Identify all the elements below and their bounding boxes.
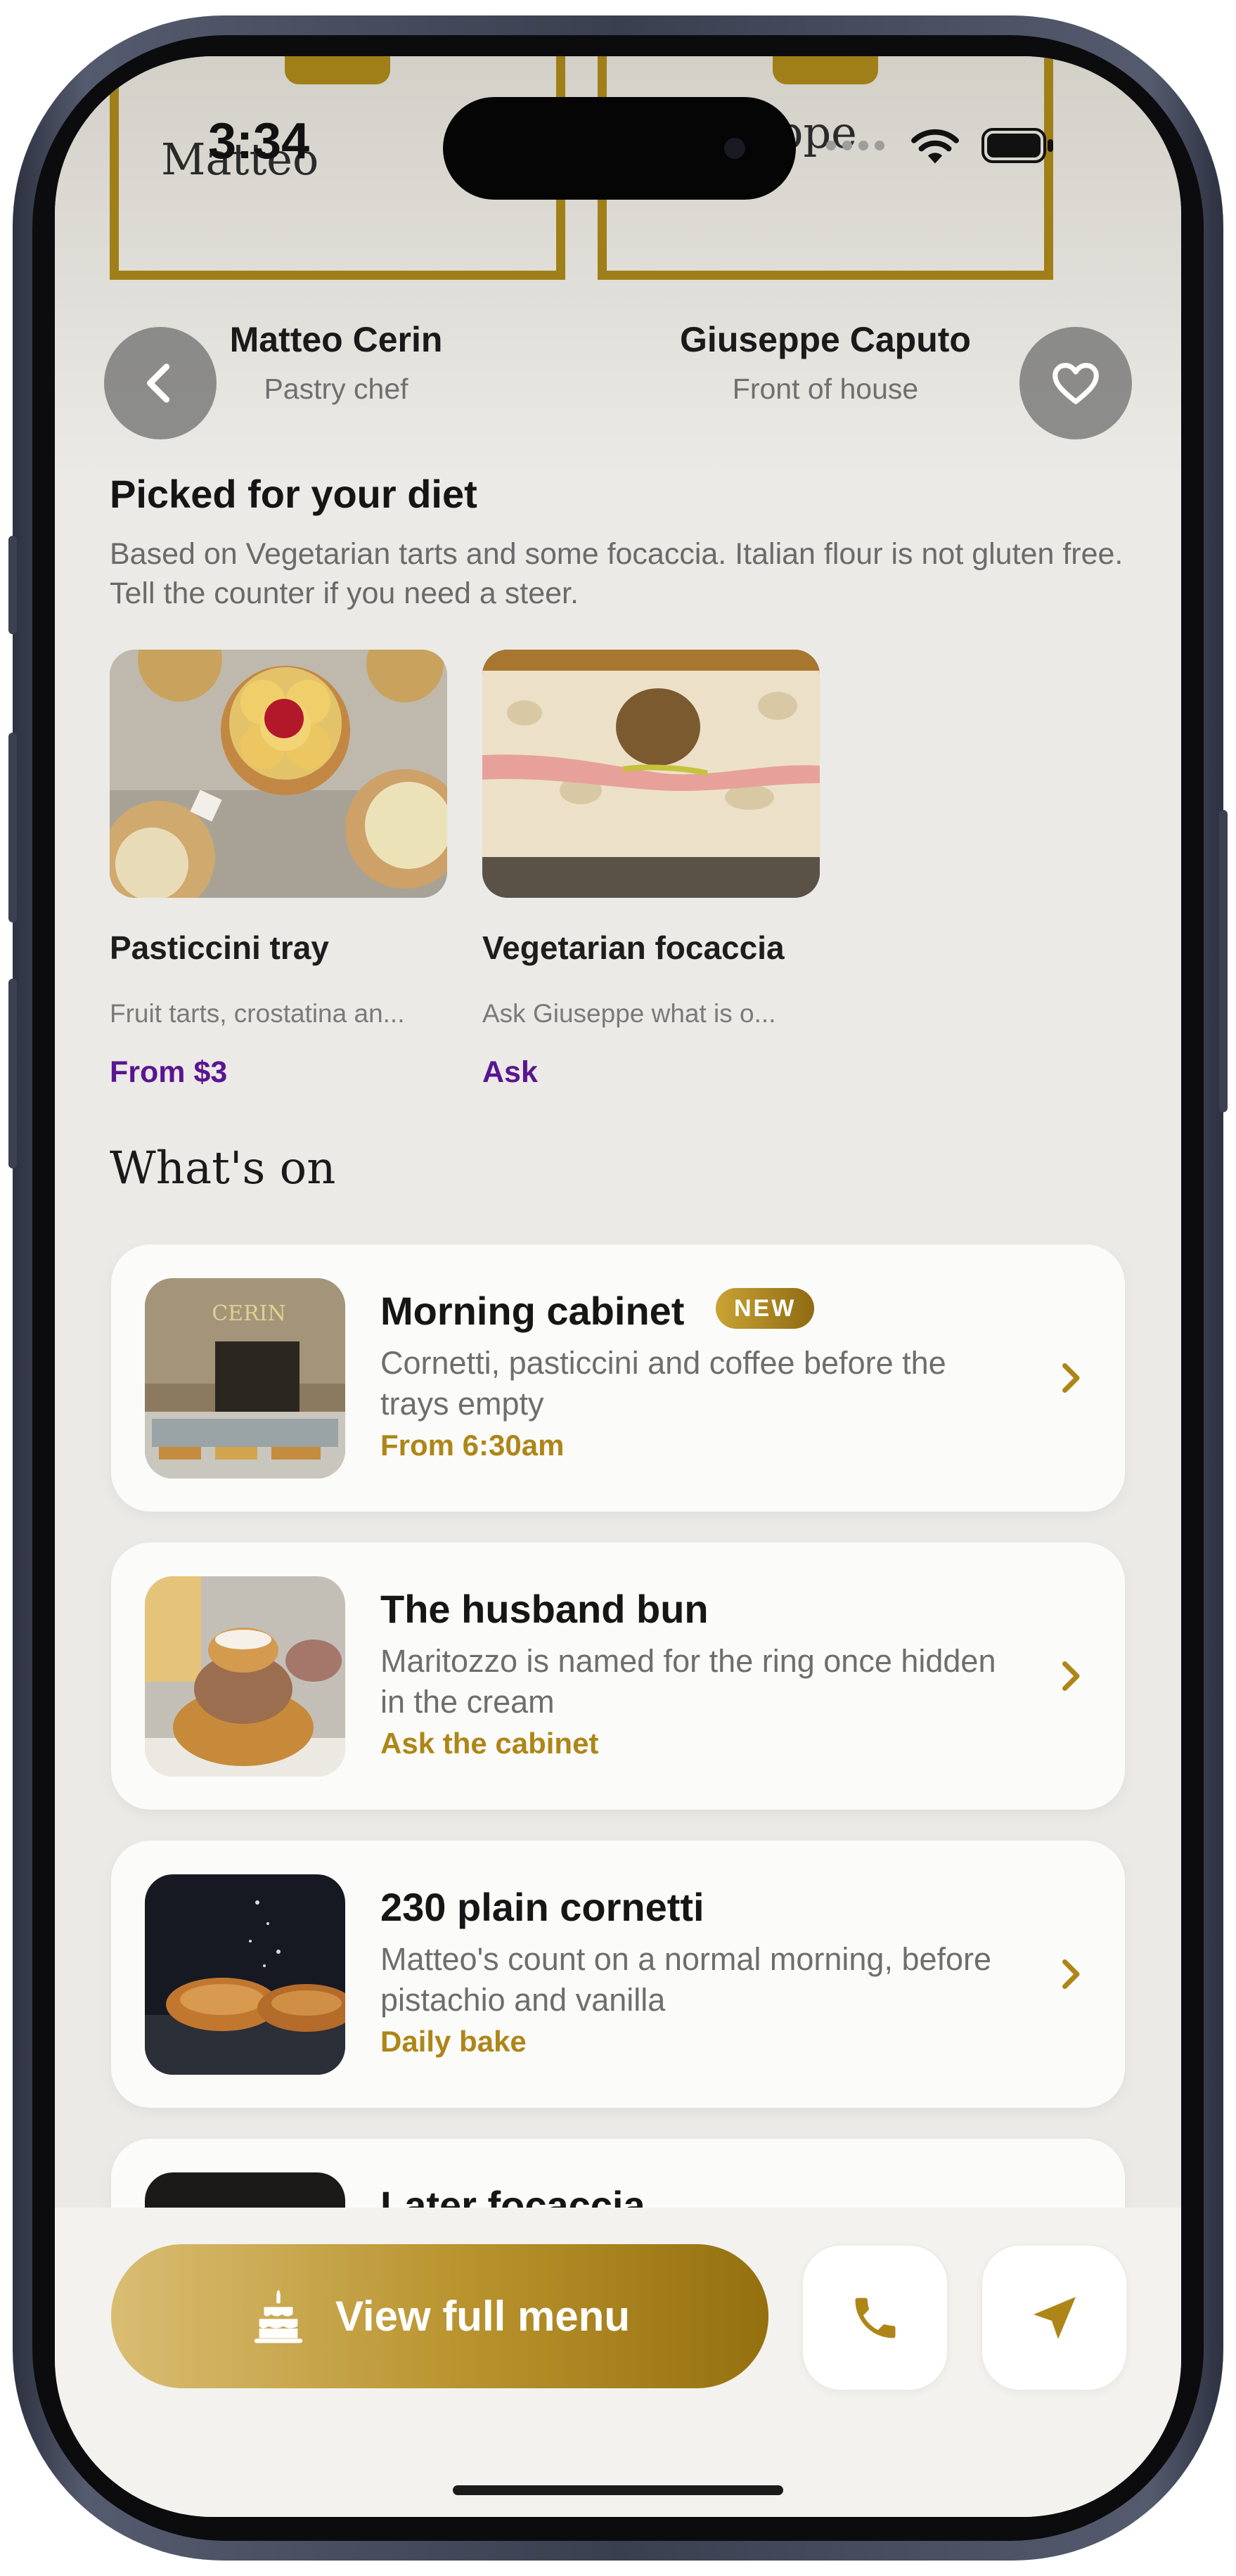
home-indicator (453, 2485, 783, 2495)
view-full-menu-button[interactable]: View full menu (111, 2244, 768, 2388)
chevron-right-icon (1062, 1661, 1080, 1691)
list-item-plain-cornetti[interactable]: 230 plain cornetti Matteo's count on a n… (111, 1841, 1125, 2108)
item-title: Morning cabinet (380, 1289, 685, 1333)
focaccia-image (482, 650, 820, 898)
person-role: Front of house (732, 373, 919, 405)
list-item-morning-cabinet[interactable]: CERIN Morning cabinet NEW Cornetti, past… (111, 1244, 1125, 1512)
heart-icon (1052, 363, 1099, 404)
item-meta: Ask the cabinet (380, 1727, 599, 1760)
item-meta: From 6:30am (380, 1429, 565, 1462)
chevron-right-icon (1062, 1959, 1080, 1989)
card-subtitle: Ask Giuseppe what is o... (482, 999, 776, 1028)
directions-button[interactable] (981, 2244, 1128, 2391)
dynamic-island (443, 97, 796, 200)
item-meta: Daily bake (380, 2025, 527, 2058)
status-time: 3:34 (208, 113, 310, 169)
person-matteo: Matteo Cerin Pastry chef (160, 319, 512, 406)
view-full-menu-label: View full menu (335, 2293, 630, 2340)
favorite-button[interactable] (1019, 327, 1132, 439)
new-badge: NEW (716, 1288, 815, 1329)
person-name: Giuseppe Caputo (680, 320, 971, 359)
person-giuseppe: Giuseppe Caputo Front of house (650, 319, 1001, 406)
cake-icon (254, 2289, 303, 2343)
navigation-arrow-icon (1033, 2296, 1076, 2339)
cornetti-image (145, 1874, 345, 2075)
camera-dot (724, 138, 745, 159)
diet-card-focaccia[interactable]: Vegetarian focaccia Ask Giuseppe what is… (482, 650, 820, 1090)
person-role: Pastry chef (264, 373, 408, 405)
power-button (1219, 810, 1228, 1112)
volume-up-button (8, 733, 17, 922)
item-title: 230 plain cornetti (380, 1885, 704, 1929)
item-title: The husband bun (380, 1587, 709, 1631)
action-button (8, 536, 17, 634)
signal-icon (826, 141, 884, 150)
item-description: Maritozzo is named for the ring once hid… (380, 1643, 996, 1720)
card-title: Vegetarian focaccia (482, 929, 785, 966)
card-subtitle: Fruit tarts, crostatina an... (110, 999, 405, 1028)
wifi-icon (911, 129, 959, 164)
chevron-right-icon (1062, 1363, 1080, 1393)
diet-section-title: Picked for your diet (110, 472, 477, 516)
card-price: From $3 (110, 1055, 228, 1089)
whats-on-title: What's on (110, 1142, 336, 1194)
card-title: Pasticcini tray (110, 929, 329, 966)
app-screen: Matteo Giuseppe Matteo Cerin Pastry chef… (55, 56, 1181, 2517)
volume-down-button (8, 979, 17, 1168)
diet-card-pasticcini[interactable]: Pasticcini tray Fruit tarts, crostatina … (110, 650, 447, 1090)
item-description: Matteo's count on a normal morning, befo… (380, 1941, 992, 2018)
call-button[interactable] (802, 2244, 948, 2391)
frame-right-hanger (773, 56, 878, 84)
morning-cabinet-image: CERIN (145, 1278, 345, 1479)
diet-section-description: Based on Vegetarian tarts and some focac… (110, 537, 1124, 610)
list-item-husband-bun[interactable]: The husband bun Maritozzo is named for t… (111, 1543, 1125, 1810)
maritozzo-image (145, 1576, 345, 1777)
battery-icon (981, 128, 1053, 163)
shop-sign-text: CERIN (212, 1301, 286, 1326)
card-price: Ask (482, 1055, 538, 1089)
item-description: Cornetti, pasticcini and coffee before t… (380, 1345, 946, 1422)
pasticcini-image (110, 650, 447, 898)
person-name: Matteo Cerin (229, 320, 443, 359)
status-icons (825, 127, 1055, 165)
frame-left-hanger (285, 56, 390, 84)
phone-icon (855, 2298, 895, 2338)
